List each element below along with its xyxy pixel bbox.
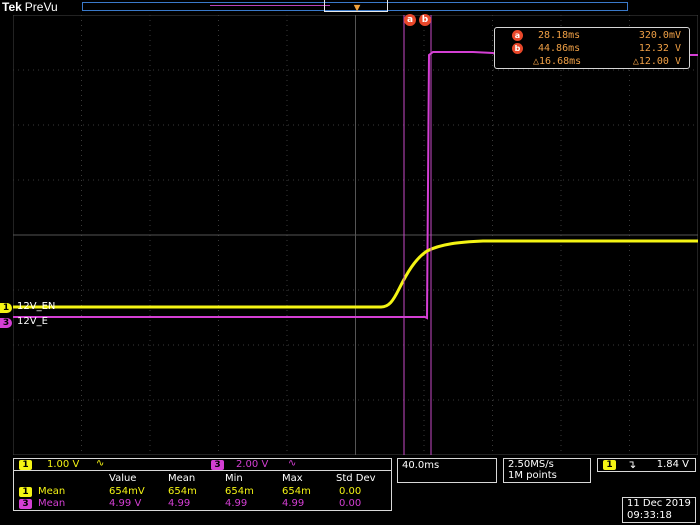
ch1-scale-badge[interactable]: 1 bbox=[19, 460, 32, 470]
graticule[interactable] bbox=[13, 15, 698, 455]
date: 11 Dec 2019 bbox=[627, 498, 691, 509]
timebase-panel[interactable]: 40.0ms bbox=[397, 458, 497, 483]
meas-row2-min: 4.99 bbox=[225, 498, 248, 509]
meas-header-mean: Mean bbox=[168, 473, 196, 484]
falling-edge-icon: ↴ bbox=[627, 458, 637, 471]
meas-header-min: Min bbox=[225, 473, 243, 484]
meas-row1-min: 654m bbox=[225, 486, 254, 497]
cursor-b-badge[interactable]: b bbox=[419, 14, 431, 26]
trigger-position-icon[interactable]: ▼ bbox=[352, 2, 362, 16]
record-length: 1M points bbox=[508, 470, 557, 481]
meas-header-value: Value bbox=[109, 473, 137, 484]
ch1-label: 12V_EN bbox=[17, 301, 56, 312]
acquisition-panel[interactable]: 2.50MS/s 1M points bbox=[503, 458, 591, 483]
meas-header-max: Max bbox=[282, 473, 303, 484]
trigger-source-badge: 1 bbox=[603, 460, 616, 470]
ch1-ground-marker[interactable]: 1 bbox=[0, 303, 12, 313]
cursor-delta-value: △12.00 V bbox=[632, 56, 681, 67]
ch1-bandwidth-icon: ∿ bbox=[96, 458, 105, 469]
meas-row2-mean: 4.99 bbox=[168, 498, 191, 509]
cursor-a-badge[interactable]: a bbox=[404, 14, 416, 26]
record-waveform-line bbox=[210, 5, 330, 6]
meas-row1-max: 654m bbox=[282, 486, 311, 497]
meas-row2-value: 4.99 V bbox=[109, 498, 142, 509]
sample-rate: 2.50MS/s bbox=[508, 459, 554, 470]
cursor-a-value: 320.0mV bbox=[638, 30, 681, 41]
cursor-b-time: 44.86ms bbox=[538, 43, 581, 54]
ch3-bandwidth-icon: ∿ bbox=[288, 458, 297, 469]
ch1-scale[interactable]: 1.00 V bbox=[47, 459, 79, 470]
cursor-a-icon: a bbox=[512, 30, 523, 41]
meas-row1-name: Mean bbox=[38, 486, 66, 497]
meas-row2-ch-badge: 3 bbox=[19, 499, 32, 509]
brand-name: Tek bbox=[2, 0, 22, 14]
meas-row2-max: 4.99 bbox=[282, 498, 305, 509]
meas-row1-mean: 654m bbox=[168, 486, 197, 497]
cursor-b-value: 12.32 V bbox=[638, 43, 681, 54]
measurement-table[interactable]: Value Mean Min Max Std Dev 1 Mean 654mV … bbox=[13, 471, 392, 511]
meas-row1-value: 654mV bbox=[109, 486, 145, 497]
cursor-readout-panel: a 28.18ms 320.0mV b 44.86ms 12.32 V △16.… bbox=[494, 27, 690, 69]
meas-row2-name: Mean bbox=[38, 498, 66, 509]
acquisition-mode: PreVu bbox=[24, 0, 58, 14]
meas-row1-ch-badge: 1 bbox=[19, 487, 32, 497]
time: 09:33:18 bbox=[627, 510, 672, 521]
meas-row1-stddev: 0.00 bbox=[339, 486, 362, 497]
ch3-label: 12V_E bbox=[17, 316, 48, 327]
meas-header-stddev: Std Dev bbox=[336, 473, 376, 484]
ch3-scale-badge[interactable]: 3 bbox=[211, 460, 224, 470]
datetime-panel: 11 Dec 2019 09:33:18 bbox=[622, 497, 696, 523]
trigger-level: 1.84 V bbox=[656, 459, 689, 470]
horizontal-scale: 40.0ms bbox=[402, 460, 440, 471]
ch3-scale[interactable]: 2.00 V bbox=[236, 459, 268, 470]
meas-row2-stddev: 0.00 bbox=[339, 498, 362, 509]
cursor-a-time: 28.18ms bbox=[538, 30, 581, 41]
trigger-panel[interactable]: 1 ↴ 1.84 V bbox=[597, 458, 696, 472]
brand-logo: Tek PreVu bbox=[2, 0, 58, 14]
cursor-b-icon: b bbox=[512, 43, 523, 54]
ch3-ground-marker[interactable]: 3 bbox=[0, 318, 12, 328]
cursor-delta-time: △16.68ms bbox=[533, 56, 582, 67]
channel-scale-bar: 1 1.00 V ∿ 3 2.00 V ∿ bbox=[13, 458, 392, 471]
